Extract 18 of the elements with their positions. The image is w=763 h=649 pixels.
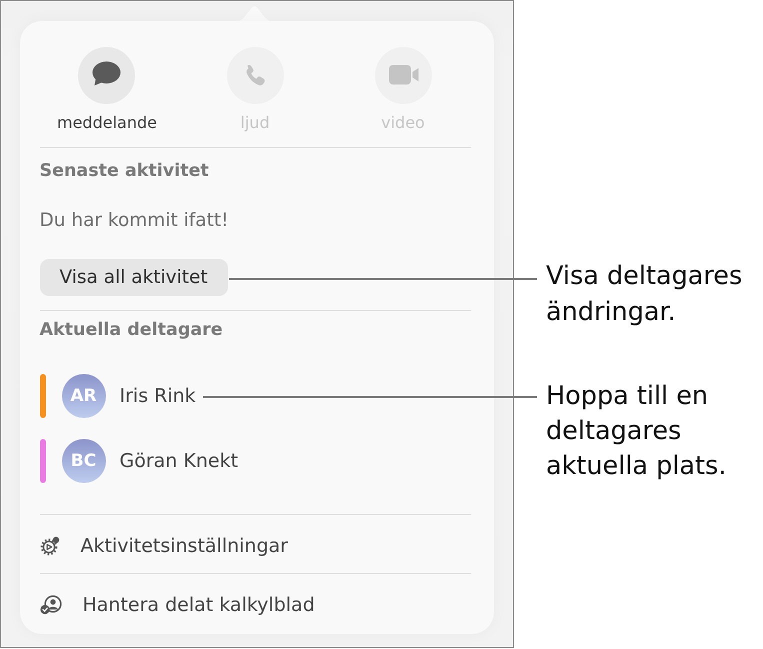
activity-settings-item[interactable]: Aktivitetsinställningar: [40, 520, 288, 570]
status-message: Du har kommit ifatt!: [40, 210, 229, 232]
show-activity-button[interactable]: Visa all aktivitet: [40, 258, 228, 296]
participant-name[interactable]: Iris Rink: [120, 384, 196, 406]
participant-name[interactable]: Göran Knekt: [120, 450, 238, 472]
gear-icon: [40, 536, 60, 556]
speech-bubble-icon: [78, 46, 136, 104]
callout-text: Visa deltagares ändringar.: [546, 260, 744, 329]
message-button[interactable]: meddelande: [57, 46, 157, 132]
person-check-icon: [40, 594, 62, 614]
section-heading: Aktuella deltagare: [40, 318, 223, 340]
phone-icon: [226, 46, 284, 104]
avatar: BC: [62, 438, 106, 482]
manage-sharing-item[interactable]: Hantera delat kalkylblad: [40, 580, 315, 630]
section-heading: Senaste aktivitet: [40, 160, 209, 182]
callout-text: Hoppa till en deltagares aktuella plats.: [546, 380, 728, 483]
video-camera-icon: [374, 46, 432, 104]
avatar: AR: [62, 374, 106, 418]
